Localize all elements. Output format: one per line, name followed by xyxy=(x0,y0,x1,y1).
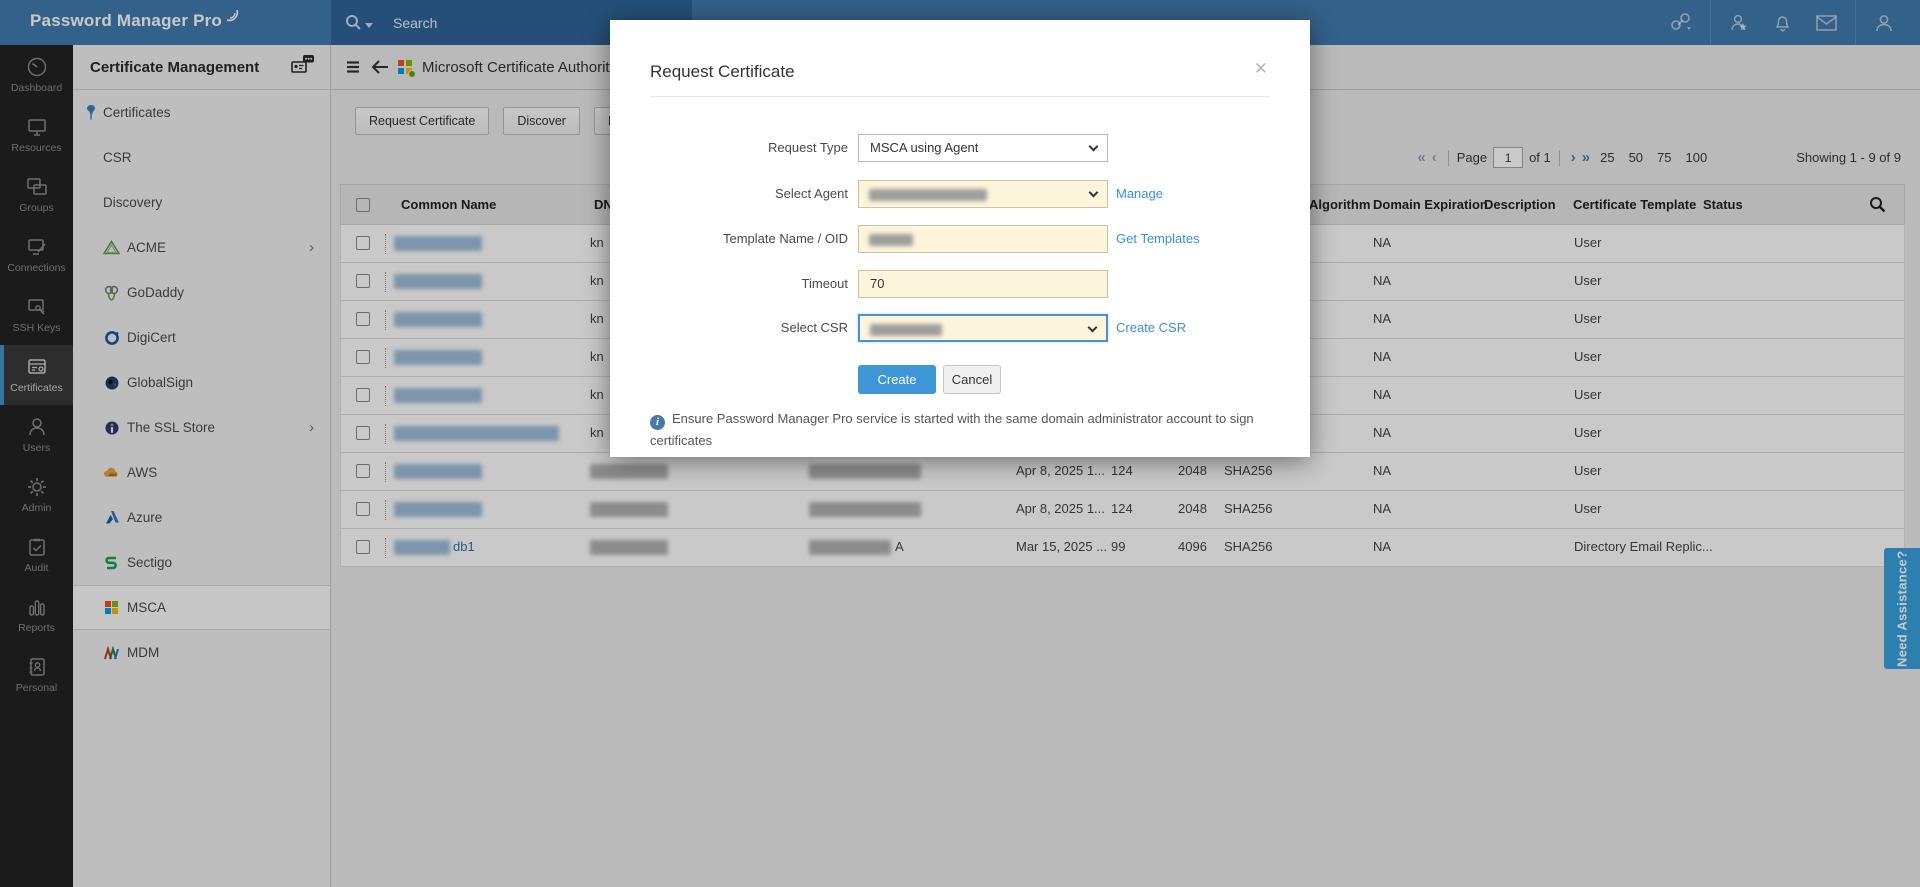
modal-title: Request Certificate xyxy=(650,62,795,81)
request-certificate-modal: Request Certificate ✕ Request Type MSCA … xyxy=(610,20,1310,457)
divider xyxy=(650,96,1270,97)
select-csr-select[interactable] xyxy=(858,314,1108,342)
chevron-down-icon xyxy=(1088,187,1099,198)
manage-link[interactable]: Manage xyxy=(1116,180,1163,208)
template-name-label: Template Name / OID xyxy=(723,231,848,246)
request-type-select[interactable]: MSCA using Agent xyxy=(858,134,1108,162)
create-button[interactable]: Create xyxy=(858,365,936,394)
chevron-down-icon xyxy=(1087,322,1098,333)
select-agent-label: Select Agent xyxy=(775,186,848,201)
timeout-input[interactable]: 70 xyxy=(858,270,1108,298)
info-icon: i xyxy=(650,415,665,430)
request-type-label: Request Type xyxy=(768,140,848,155)
get-templates-link[interactable]: Get Templates xyxy=(1116,225,1200,253)
redacted-agent-value xyxy=(869,189,987,201)
template-name-input[interactable] xyxy=(858,225,1108,253)
close-icon[interactable]: ✕ xyxy=(1254,60,1268,77)
select-csr-label: Select CSR xyxy=(780,320,848,335)
chevron-down-icon xyxy=(1088,141,1099,152)
cancel-button[interactable]: Cancel xyxy=(943,365,1001,394)
timeout-label: Timeout xyxy=(801,276,848,291)
redacted-csr-value xyxy=(870,324,942,336)
modal-note: i Ensure Password Manager Pro service is … xyxy=(650,411,1254,448)
select-agent-select[interactable] xyxy=(858,180,1108,208)
create-csr-link[interactable]: Create CSR xyxy=(1116,314,1186,342)
redacted-template-value xyxy=(869,234,913,246)
